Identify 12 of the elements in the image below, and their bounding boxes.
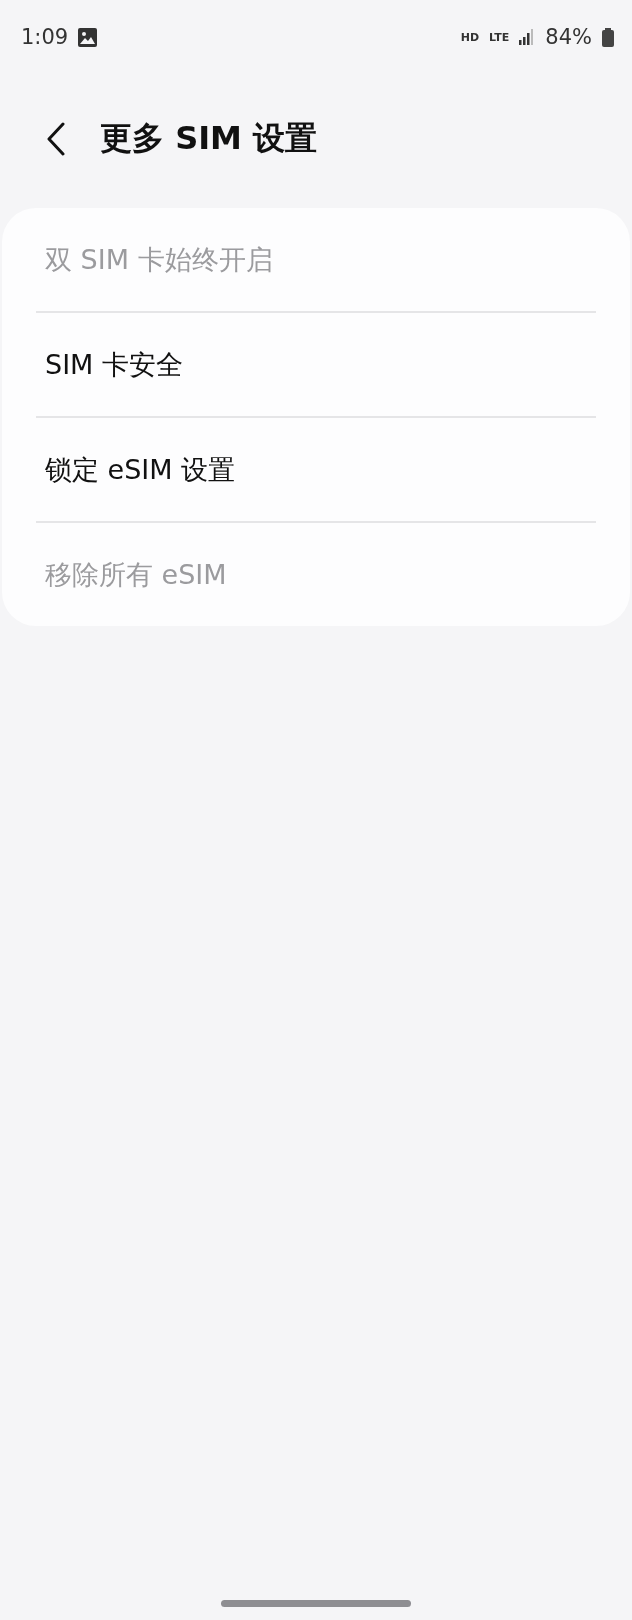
page-title: 更多 SIM 设置	[100, 118, 318, 159]
back-icon	[46, 122, 66, 156]
image-icon	[78, 27, 98, 47]
settings-item[interactable]: SIM 卡安全	[45, 346, 183, 383]
battery-percent: 84%	[545, 25, 592, 49]
hd-indicator: HD	[460, 30, 480, 44]
lte-indicator: LTE	[489, 31, 510, 43]
settings-item[interactable]: 锁定 eSIM 设置	[45, 451, 236, 488]
signal-icon	[519, 29, 536, 45]
home-indicator[interactable]	[221, 1599, 411, 1607]
battery-icon	[602, 27, 614, 47]
status-time: 1:09	[21, 25, 69, 49]
